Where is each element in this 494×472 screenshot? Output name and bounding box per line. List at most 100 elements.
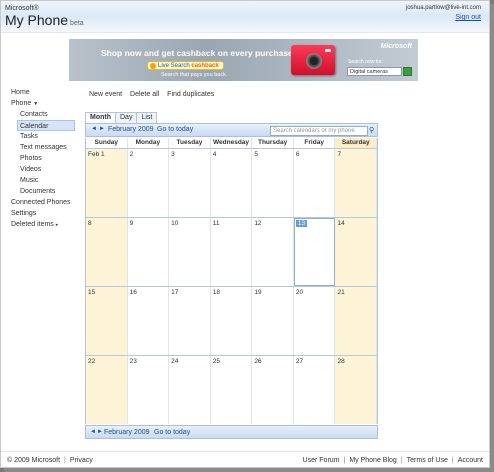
divider: | [451, 457, 454, 464]
calendar-day[interactable]: 24 [169, 356, 211, 424]
account-link[interactable]: Account [458, 457, 483, 464]
ad-headline: Shop now and get cashback on every purch… [101, 48, 296, 58]
blog-link[interactable]: My Phone Blog [349, 457, 396, 464]
sidebar-item-calendar[interactable]: Calendar [17, 120, 75, 131]
divider: | [343, 457, 346, 464]
weekday-thursday: Thursday [252, 138, 294, 148]
calendar-day-today[interactable]: 13 [293, 218, 336, 286]
privacy-link[interactable]: Privacy [70, 457, 93, 464]
tab-month[interactable]: Month [85, 112, 116, 123]
day-number: 5 [254, 151, 258, 158]
day-number: 2 [129, 151, 134, 158]
calendar-day[interactable]: 8 [86, 218, 128, 286]
day-number: 25 [212, 358, 220, 365]
calendar-day[interactable]: 25 [211, 356, 253, 424]
calendar-day[interactable]: 16 [128, 287, 170, 355]
calendar-day[interactable]: 19 [252, 287, 294, 355]
ad-search-button[interactable] [403, 67, 412, 76]
sidebar-item-text-messages[interactable]: Text messages [1, 142, 77, 153]
prev-month-icon[interactable]: ◄ [91, 126, 97, 132]
day-number: 9 [129, 220, 134, 227]
calendar-day[interactable]: 22 [86, 356, 128, 424]
calendar-day[interactable]: 27 [294, 356, 336, 424]
prev-month-icon[interactable]: ◄ [90, 429, 96, 435]
calendar-day[interactable]: 14 [335, 218, 378, 286]
calendar-day[interactable]: 5 [252, 149, 294, 217]
sidebar-item-documents[interactable]: Documents [1, 186, 77, 197]
camera-image [291, 45, 335, 75]
sidebar-item-videos[interactable]: Videos [1, 164, 77, 175]
terms-link[interactable]: Terms of Use [407, 457, 448, 464]
day-number: 13 [295, 220, 308, 227]
day-number: 4 [212, 151, 217, 158]
brand-name: My Phone [5, 12, 69, 28]
calendar-day[interactable]: 9 [128, 218, 170, 286]
day-number: 7 [337, 151, 342, 158]
sign-out-link[interactable]: Sign out [455, 14, 481, 21]
weekday-monday: Monday [127, 138, 170, 148]
ad-pill-suffix: cashback [191, 63, 219, 69]
sidebar-item-photos[interactable]: Photos [1, 153, 77, 164]
ad-search-input[interactable]: Digital cameras [347, 67, 402, 76]
next-month-icon[interactable]: ► [97, 429, 103, 435]
day-number: 6 [295, 151, 300, 158]
calendar-day[interactable]: 3 [169, 149, 211, 217]
go-to-today-link[interactable]: Go to today [157, 126, 193, 133]
weekday-friday: Friday [293, 138, 336, 148]
calendar-day[interactable]: 12 [252, 218, 294, 286]
sidebar-item-tasks[interactable]: Tasks [1, 131, 77, 142]
next-month-icon[interactable]: ► [99, 126, 105, 132]
delete-all-button[interactable]: Delete all [130, 91, 159, 98]
calendar-day[interactable]: 23 [128, 356, 170, 424]
calendar-search-input[interactable]: Search calendars or my phone [270, 126, 368, 136]
user-forum-link[interactable]: User Forum [303, 457, 340, 464]
calendar-day[interactable]: 6 [294, 149, 336, 217]
sidebar-item-music[interactable]: Music [1, 175, 77, 186]
sidebar-item-deleted-items[interactable]: Deleted items ▸ [1, 219, 77, 230]
calendar-day[interactable]: 10 [169, 218, 211, 286]
new-event-button[interactable]: New event [89, 91, 122, 98]
day-number: 18 [212, 289, 220, 296]
sidebar-item-connected-phones[interactable]: Connected Phones [1, 197, 77, 208]
footer-left: © 2009 Microsoft | Privacy [7, 457, 93, 464]
month-grid: Sunday Monday Tuesday Wednesday Thursday… [85, 138, 378, 424]
calendar-day[interactable]: 26 [252, 356, 294, 424]
calendar-day[interactable]: 7 [335, 149, 378, 217]
tab-day[interactable]: Day [115, 112, 138, 123]
day-number: 8 [88, 220, 92, 227]
search-icon[interactable]: ⚲ [369, 126, 374, 134]
sidebar-item-phone[interactable]: Phone ▼ [1, 98, 77, 109]
frame-shadow [4, 468, 494, 472]
brand-logo[interactable]: My Phone beta [5, 12, 84, 28]
calendar-day[interactable]: 2 [128, 149, 170, 217]
month-label: February 2009 [108, 126, 154, 133]
ad-banner[interactable]: Shop now and get cashback on every purch… [69, 39, 418, 81]
calendar: Month Day List ◄ ► February 2009 Go to tod… [85, 112, 378, 439]
calendar-day[interactable]: 17 [169, 287, 211, 355]
calendar-day[interactable]: 18 [211, 287, 253, 355]
calendar-day[interactable]: 11 [211, 218, 253, 286]
camera-lens-icon [306, 53, 322, 69]
calendar-day[interactable]: Feb 1 [86, 149, 128, 217]
calendar-day[interactable]: 28 [335, 356, 378, 424]
weekday-wednesday: Wednesday [210, 138, 253, 148]
day-number: 12 [254, 220, 262, 227]
calendar-day[interactable]: 20 [294, 287, 336, 355]
day-number: 10 [171, 220, 179, 227]
ad-search-label: Search now for: [348, 59, 384, 65]
calendar-week: 8 9 10 11 12 13 14 [86, 217, 378, 286]
ad-pill-prefix: Live Search [158, 63, 190, 69]
calendar-day[interactable]: 4 [211, 149, 253, 217]
calendar-day[interactable]: 15 [86, 287, 128, 355]
calendar-toolbar: ◄ ► February 2009 Go to today Search cal… [85, 123, 378, 137]
go-to-today-link[interactable]: Go to today [154, 429, 190, 436]
sidebar-item-home[interactable]: Home [1, 87, 77, 98]
calendar-day[interactable]: 21 [335, 287, 378, 355]
sidebar-item-contacts[interactable]: Contacts [1, 109, 77, 120]
find-duplicates-button[interactable]: Find duplicates [167, 91, 214, 98]
sidebar: Home Phone ▼ Contacts Calendar Tasks Text… [1, 87, 77, 230]
brand-tag: beta [70, 20, 84, 27]
sidebar-item-settings[interactable]: Settings [1, 208, 77, 219]
tab-list[interactable]: List [136, 112, 158, 123]
day-number: 21 [337, 289, 345, 296]
